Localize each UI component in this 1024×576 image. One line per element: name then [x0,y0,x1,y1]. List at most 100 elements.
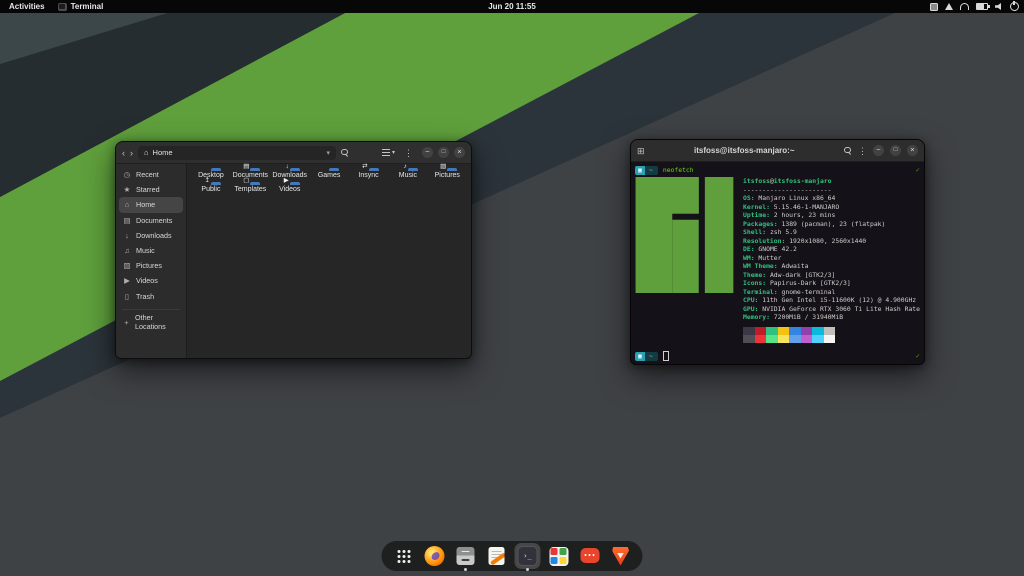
folder-item[interactable]: ▢ Templates [231,184,269,194]
sidebar-item-label: Trash [136,292,154,301]
palette-block [789,335,801,343]
clock-button[interactable]: Jun 20 11:55 [488,0,536,13]
maximize-button[interactable]: □ [890,145,901,156]
plus-icon: + [123,318,130,327]
dock-item-app-grid[interactable] [391,543,417,569]
text-editor-icon [489,547,505,565]
close-button[interactable]: × [454,147,465,158]
view-toggle-button[interactable]: ▾ [382,149,395,156]
folder-item[interactable]: ▤ Documents [231,170,269,180]
path-label: Home [153,148,173,157]
sidebar-item[interactable]: ▶ Videos [119,273,183,288]
folder-label: Insync [350,172,388,180]
dock-item-terminal[interactable]: ›_ [515,543,541,569]
neofetch-info-line: Resolution: 1920x1080, 2560x1440 [743,237,920,246]
sidebar-item-icon: ↓ [123,231,131,240]
palette-block [778,335,790,343]
neofetch-info-line: Kernel: 5.15.46-1-MANJARO [743,203,920,212]
dock-item-messaging[interactable] [577,543,603,569]
search-icon[interactable] [341,149,349,157]
sidebar-item-icon: ♫ [123,246,131,255]
system-tray[interactable] [930,0,1019,13]
pathbar-menu-icon[interactable]: ▾ [326,149,330,157]
neofetch-info-line: WM Theme: Adwaita [743,262,920,271]
terminal-body[interactable]: ▣ ~ neofetch ✓ itsfoss@itsfoss-manjaro -… [631,162,924,364]
files-body: ◷ Recent ★ Starred ⌂ Home ▤ Documents ↓ … [116,164,471,358]
folder-emblem-icon: ♪ [404,163,407,170]
activities-button[interactable]: Activities [9,2,45,11]
prompt-line: ▣ ~ neofetch ✓ [635,165,920,175]
back-button[interactable]: ‹ [122,148,125,158]
neofetch-info-line: OS: Manjaro Linux x86_64 [743,194,920,203]
terminal-window: ⊞ itsfoss@itsfoss-manjaro:~ ⋮ − □ × ▣ ~ … [630,139,925,365]
screencast-indicator-icon [930,3,938,11]
focused-app-label: Terminal [71,2,104,11]
sidebar-item-icon: ◷ [123,170,131,179]
firefox-icon [425,546,445,566]
sidebar-item-icon: ▶ [123,276,131,285]
sidebar-item[interactable]: ★ Starred [119,182,183,197]
files-content: Desktop ▤ Documents ↓ Downloads [187,164,471,358]
folder-item[interactable]: Games [310,170,348,180]
running-indicator-dot [464,568,467,571]
prompt-status-ok: ✓ [916,166,920,175]
sidebar-item[interactable]: ▯ Trash [119,289,183,304]
path-bar[interactable]: ⌂ Home ▾ [138,146,336,160]
sidebar-item-label: Downloads [136,231,172,240]
volume-icon [995,3,1003,10]
neofetch-info-line: Uptime: 2 hours, 23 mins [743,211,920,220]
folder-item[interactable]: ▶ Videos [271,184,309,194]
folder-emblem-icon: ▤ [243,163,249,170]
sidebar-item[interactable]: ↓ Downloads [119,228,183,243]
dock-item-text-editor[interactable] [484,543,510,569]
search-icon[interactable] [844,147,852,155]
menu-kebab-icon[interactable]: ⋮ [404,148,413,158]
sidebar-item-icon: ★ [123,185,131,194]
chat-bubble-icon [580,548,599,563]
dock-item-software[interactable] [546,543,572,569]
folder-item[interactable]: ↓ Downloads [271,170,309,180]
close-button[interactable]: × [907,145,918,156]
new-tab-icon[interactable]: ⊞ [637,146,645,156]
terminal-icon: ›_ [518,546,538,566]
menu-kebab-icon[interactable]: ⋮ [858,146,867,156]
brave-icon [612,547,629,566]
sidebar-item[interactable]: ▤ Documents [119,213,183,228]
prompt-status-ok: ✓ [916,352,920,361]
maximize-button[interactable]: □ [438,147,449,158]
headset-icon [960,3,969,10]
sidebar-item-other-locations[interactable]: + Other Locations [119,315,183,330]
desktop: Activities Terminal Jun 20 11:55 ‹ › ⌂ H… [0,0,1024,576]
folder-item[interactable]: ▨ Pictures [428,170,466,180]
folder-item[interactable]: ↥ Public [192,184,230,194]
minimize-button[interactable]: − [422,147,433,158]
terminal-headerbar[interactable]: ⊞ itsfoss@itsfoss-manjaro:~ ⋮ − □ × [631,140,924,162]
sidebar-item[interactable]: ⌂ Home [119,197,183,212]
folder-item[interactable]: ♪ Music [389,170,427,180]
focused-app-menu[interactable]: Terminal [58,2,104,11]
terminal-title: itsfoss@itsfoss-manjaro:~ [651,146,838,155]
sidebar-item[interactable]: ♫ Music [119,243,183,258]
dock-item-brave[interactable] [608,543,634,569]
folder-emblem-icon: ▨ [440,163,446,170]
folder-item[interactable]: ⇄ Insync [350,170,388,180]
typed-command: neofetch [663,166,694,175]
dock-item-firefox[interactable] [422,543,448,569]
minimize-button[interactable]: − [873,145,884,156]
folder-label: Downloads [271,172,309,180]
sidebar-item[interactable]: ▨ Pictures [119,258,183,273]
dock-item-files[interactable] [453,543,479,569]
sidebar-item-icon: ▤ [123,216,131,225]
forward-button[interactable]: › [130,148,133,158]
manjaro-logo [635,177,734,293]
palette-block [801,335,813,343]
palette-block [766,335,778,343]
prompt-dir-segment: ~ [645,352,658,361]
sidebar-item[interactable]: ◷ Recent [119,167,183,182]
folder-emblem-icon: ↥ [205,177,210,184]
files-headerbar[interactable]: ‹ › ⌂ Home ▾ ▾ ⋮ − □ × [116,142,471,164]
folder-item[interactable]: Desktop [192,170,230,180]
palette-block [743,335,755,343]
neofetch-info-line: WM: Mutter [743,254,920,263]
neofetch-info-line: CPU: 11th Gen Intel i5-11600K (12) @ 4.9… [743,296,920,305]
